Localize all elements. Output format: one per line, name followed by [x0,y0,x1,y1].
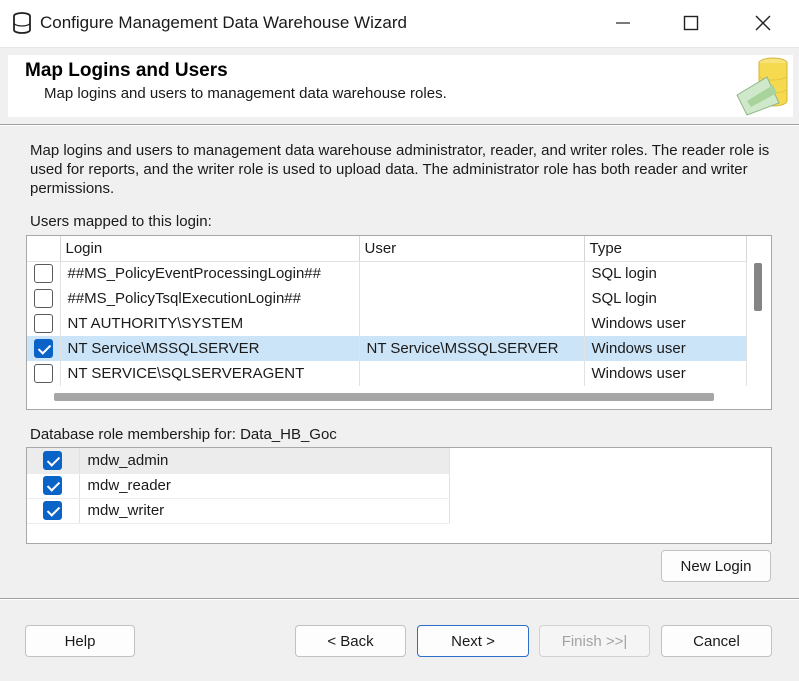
table-row-selected[interactable]: NT Service\MSSQLSERVER NT Service\MSSQLS… [27,336,747,361]
role-name: mdw_admin [79,448,450,474]
user-cell [359,261,585,286]
close-icon[interactable] [740,0,786,46]
title-bar: Configure Management Data Warehouse Wiza… [0,0,799,48]
login-cell: NT SERVICE\SQLSERVERAGENT [60,361,360,386]
user-cell [359,361,585,386]
list-item[interactable]: mdw_writer [27,498,450,524]
list-item[interactable]: mdw_admin [27,448,450,474]
column-header-user[interactable]: User [359,236,585,262]
horizontal-scrollbar[interactable] [54,393,714,401]
table-row[interactable]: NT SERVICE\SQLSERVERAGENT Windows user [27,361,747,386]
row-checkbox-checked[interactable] [33,339,53,358]
grid-header-row: Login User Type [27,236,747,262]
maximize-icon[interactable] [668,0,714,46]
role-checkbox-checked[interactable] [43,501,63,520]
user-cell [359,286,585,311]
cancel-button[interactable]: Cancel [661,625,772,657]
roles-label: Database role membership for: Data_HB_Go… [30,426,337,443]
window-title: Configure Management Data Warehouse Wiza… [40,13,407,32]
page-title: Map Logins and Users [25,60,228,81]
page-subtitle: Map logins and users to management data … [44,85,447,102]
type-cell: Windows user [584,361,747,386]
user-cell [359,311,585,336]
login-cell: NT Service\MSSQLSERVER [60,336,360,361]
help-button[interactable]: Help [25,625,135,657]
login-cell: ##MS_PolicyEventProcessingLogin## [60,261,360,286]
database-icon [13,12,31,34]
type-cell: SQL login [584,261,747,286]
warehouse-banner-icon [733,55,793,117]
users-grid-label: Users mapped to this login: [30,213,212,230]
role-name: mdw_writer [79,498,450,524]
column-header-type[interactable]: Type [584,236,747,262]
minimize-icon[interactable] [600,0,646,46]
description-text: Map logins and users to management data … [30,142,770,197]
list-item[interactable]: mdw_reader [27,473,450,499]
new-login-button[interactable]: New Login [661,550,771,582]
row-checkbox[interactable] [33,314,53,333]
table-row[interactable]: ##MS_PolicyEventProcessingLogin## SQL lo… [27,261,747,286]
users-grid[interactable]: Login User Type ##MS_PolicyEventProcessi… [26,235,772,410]
role-checkbox-checked[interactable] [43,450,63,470]
table-row[interactable]: ##MS_PolicyTsqlExecutionLogin## SQL logi… [27,286,747,311]
type-cell: SQL login [584,286,747,311]
finish-button[interactable]: Finish >>| [539,625,650,657]
back-button[interactable]: < Back [295,625,406,657]
next-button[interactable]: Next > [417,625,529,657]
role-membership-list[interactable]: mdw_admin mdw_reader mdw_writer [26,447,772,544]
header-separator [0,124,799,126]
role-checkbox-checked[interactable] [43,476,63,495]
footer-separator [0,598,799,600]
role-name: mdw_reader [79,473,450,499]
table-row[interactable]: NT AUTHORITY\SYSTEM Windows user [27,311,747,336]
type-cell: Windows user [584,311,747,336]
user-cell: NT Service\MSSQLSERVER [359,336,585,361]
login-cell: NT AUTHORITY\SYSTEM [60,311,360,336]
column-header-login[interactable]: Login [60,236,360,262]
vertical-scrollbar[interactable] [754,263,762,311]
checkbox-column-header [27,236,61,262]
wizard-header: Map Logins and Users Map logins and user… [8,55,793,117]
login-cell: ##MS_PolicyTsqlExecutionLogin## [60,286,360,311]
type-cell: Windows user [584,336,747,361]
row-checkbox[interactable] [33,364,53,383]
row-checkbox[interactable] [33,264,53,284]
row-checkbox[interactable] [33,289,53,308]
